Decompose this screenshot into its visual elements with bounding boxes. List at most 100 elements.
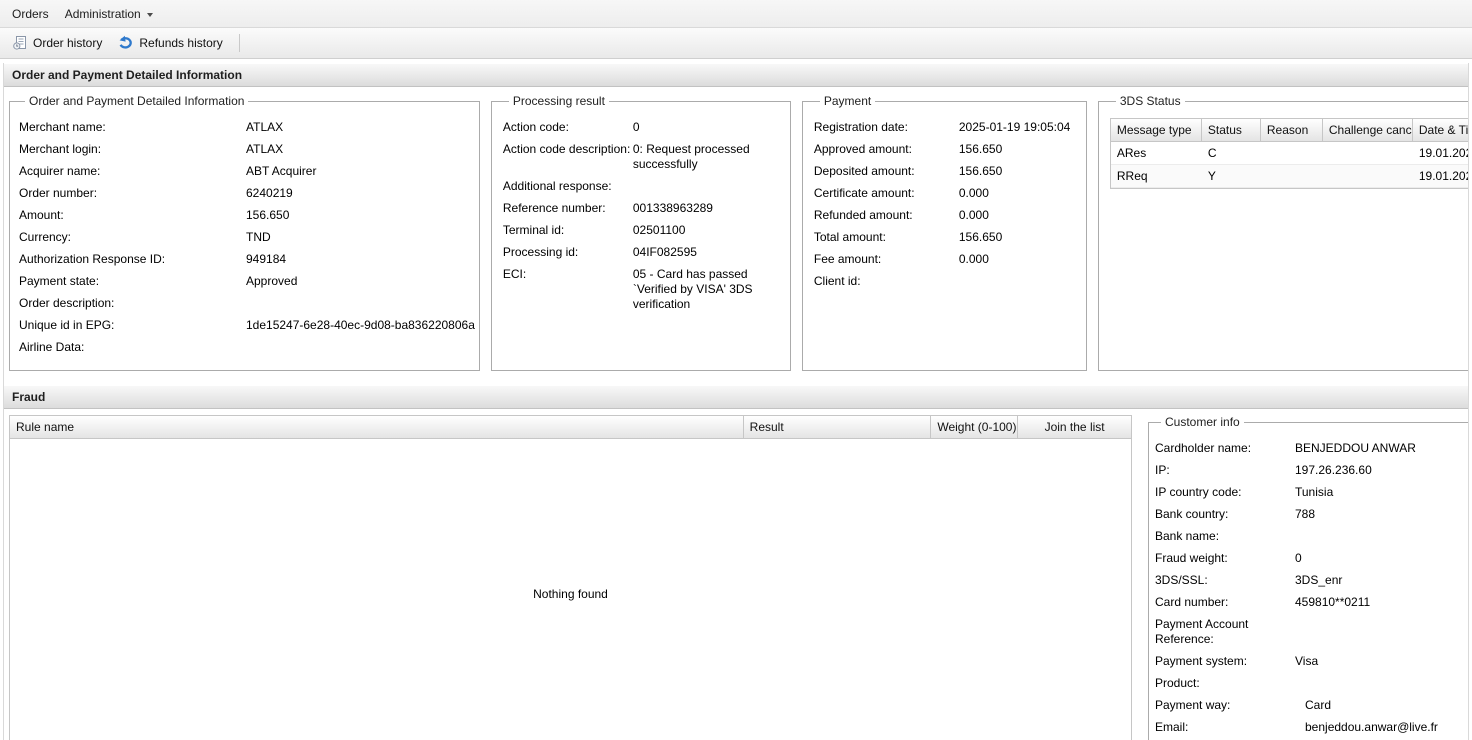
field-value: benjeddou.anwar@live.fr [1295,720,1468,735]
field-label: Product: [1155,676,1295,691]
field-row: Payment way:Card [1155,698,1468,713]
menu-orders[interactable]: Orders [4,3,57,25]
field-label: Payment system: [1155,654,1295,669]
threeds-table-row[interactable]: RReq Y 19.01.2025 [1111,165,1468,188]
processing-result-fieldset: Processing result Action code:0 Action c… [491,94,791,371]
field-row: Deposited amount:156.650 [814,164,1082,179]
field-value: 0.000 [959,208,1082,223]
fraud-content-row: Rule name Result Weight (0-100) Join the… [4,409,1468,740]
cell-reason [1261,165,1323,187]
field-value: BENJEDDOU ANWAR [1295,441,1468,456]
field-row: Merchant name:ATLAX [19,120,475,135]
field-row: 3DS/SSL:3DS_enr [1155,573,1468,588]
main-panel: Order and Payment Detailed Information O… [3,63,1469,740]
field-label: Payment way: [1155,698,1295,713]
cell-status: Y [1202,165,1261,187]
field-row: Amount:156.650 [19,208,475,223]
field-label: Email: [1155,720,1295,735]
field-label: Bank name: [1155,529,1295,544]
field-row: Processing id:04IF082595 [503,245,786,260]
field-value: 02501100 [633,223,786,238]
menu-administration[interactable]: Administration [57,3,161,25]
field-value: Tunisia [1295,485,1468,500]
order-info-fieldset: Order and Payment Detailed Information M… [9,94,480,371]
field-row: Authorization Response ID:949184 [19,252,475,267]
field-label: Approved amount: [814,142,959,157]
field-label: Cardholder name: [1155,441,1295,456]
cell-status: C [1202,142,1261,164]
field-label: Action code description: [503,142,633,172]
field-label: Total amount: [814,230,959,245]
field-row: IP:197.26.236.60 [1155,463,1468,478]
column-header-join-the-list[interactable]: Join the list [1018,416,1131,438]
order-history-button[interactable]: Order history [6,32,108,54]
fraud-section-title: Fraud [4,385,1468,409]
field-value [959,274,1082,289]
field-value: 3DS_enr [1295,573,1468,588]
field-label: Amount: [19,208,246,223]
field-label: 3DS/SSL: [1155,573,1295,588]
processing-result-legend: Processing result [509,94,609,108]
field-row: Action code description:0: Request proce… [503,142,786,172]
fraud-empty-text: Nothing found [533,587,608,601]
field-row: Certificate amount:0.000 [814,186,1082,201]
field-row: Bank name: [1155,529,1468,544]
field-row: Order description: [19,296,475,311]
field-value: 788 [1295,507,1468,522]
field-label: Merchant login: [19,142,246,157]
cell-message-type: ARes [1111,142,1202,164]
field-label: Merchant name: [19,120,246,135]
field-value: 0.000 [959,186,1082,201]
column-header-challenge-cancel[interactable]: Challenge cancel [1323,119,1413,141]
refunds-history-icon [118,35,134,51]
customer-info-fieldset: Customer info Cardholder name:BENJEDDOU … [1148,415,1468,740]
threeds-status-fieldset: 3DS Status Message type Status Reason Ch… [1098,94,1468,371]
field-value: Visa [1295,654,1468,669]
field-row: Order number:6240219 [19,186,475,201]
field-value [246,340,475,355]
field-label: Fraud weight: [1155,551,1295,566]
column-header-status[interactable]: Status [1202,119,1261,141]
field-value: TND [246,230,475,245]
field-label: Processing id: [503,245,633,260]
threeds-table-row[interactable]: ARes C 19.01.2025 [1111,142,1468,165]
field-value: 459810**0211 [1295,595,1468,610]
field-value: 0 [1295,551,1468,566]
column-header-date-time[interactable]: Date & Time [1413,119,1468,141]
field-row: Airline Data: [19,340,475,355]
column-header-result[interactable]: Result [744,416,932,438]
field-label: Additional response: [503,179,633,194]
column-header-reason[interactable]: Reason [1261,119,1323,141]
field-label: Order description: [19,296,246,311]
field-value: 156.650 [959,230,1082,245]
field-value: ATLAX [246,142,475,157]
field-row: Bank country:788 [1155,507,1468,522]
field-value: 156.650 [959,142,1082,157]
field-row: IP country code:Tunisia [1155,485,1468,500]
field-value [633,179,786,194]
field-label: Action code: [503,120,633,135]
refunds-history-label: Refunds history [139,36,222,50]
refunds-history-button[interactable]: Refunds history [112,32,228,54]
fraud-table-body: Nothing found [9,439,1132,740]
field-row: Refunded amount:0.000 [814,208,1082,223]
column-header-rule-name[interactable]: Rule name [10,416,744,438]
payment-legend: Payment [820,94,875,108]
fraud-table-header: Rule name Result Weight (0-100) Join the… [9,415,1132,439]
field-value: Approved [246,274,475,289]
field-label: Airline Data: [19,340,246,355]
field-row: Reference number:001338963289 [503,201,786,216]
field-label: Certificate amount: [814,186,959,201]
toolbar: Order history Refunds history [0,28,1472,59]
field-row: Merchant login:ATLAX [19,142,475,157]
menu-bar: Orders Administration [0,0,1472,28]
column-header-weight[interactable]: Weight (0-100) [931,416,1018,438]
field-value: ATLAX [246,120,475,135]
field-label: Card number: [1155,595,1295,610]
field-label: Payment state: [19,274,246,289]
column-header-message-type[interactable]: Message type [1111,119,1202,141]
field-label: Payment Account Reference: [1155,617,1295,647]
field-value: 156.650 [246,208,475,223]
field-label: Registration date: [814,120,959,135]
field-row: Currency:TND [19,230,475,245]
